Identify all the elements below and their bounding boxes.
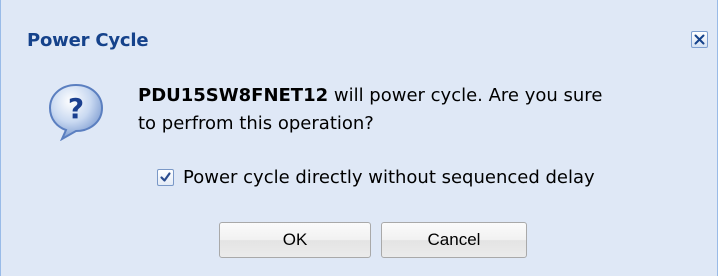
close-icon — [694, 34, 705, 45]
close-button[interactable] — [691, 31, 708, 48]
svg-text:?: ? — [68, 92, 84, 125]
checkmark-icon — [160, 171, 171, 182]
message-text-line2: to perfrom this operation? — [138, 113, 374, 134]
sequenced-delay-label: Power cycle directly without sequenced d… — [183, 166, 595, 188]
dialog-title-bar[interactable]: Power Cycle — [1, 0, 717, 56]
cancel-button[interactable]: Cancel — [381, 222, 527, 258]
question-icon: ? — [48, 83, 104, 141]
sequenced-delay-option[interactable]: Power cycle directly without sequenced d… — [157, 165, 595, 189]
sequenced-delay-checkbox[interactable] — [157, 168, 174, 186]
confirmation-message: PDU15SW8FNET12 will power cycle. Are you… — [138, 82, 708, 138]
device-name: PDU15SW8FNET12 — [138, 85, 329, 106]
dialog-title: Power Cycle — [27, 30, 149, 51]
ok-button[interactable]: OK — [219, 222, 371, 258]
message-text-line1: will power cycle. Are you sure — [328, 85, 603, 106]
power-cycle-dialog: Power Cycle ? PDU15SW8FNET12 will power … — [0, 0, 718, 276]
